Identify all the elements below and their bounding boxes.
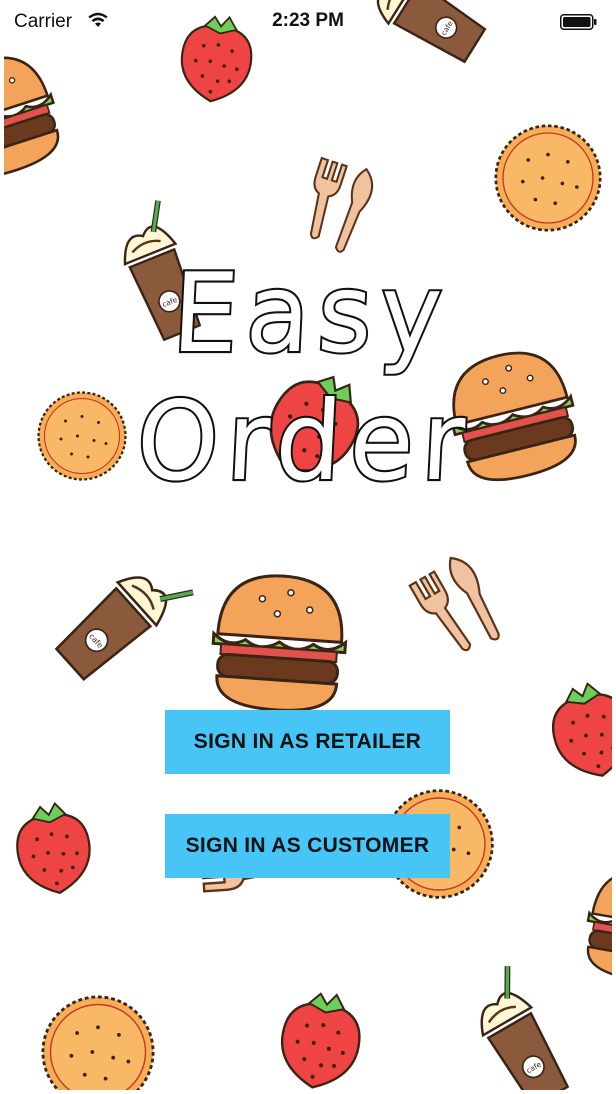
food-pattern-background: cafe <box>4 0 612 1090</box>
sign-in-retailer-button[interactable]: SIGN IN AS RETAILER <box>165 710 450 774</box>
app-screen: cafe <box>4 0 612 1090</box>
app-title: Easy Order <box>132 247 478 507</box>
status-bar: Carrier 2:23 PM <box>4 0 612 40</box>
sign-in-customer-button[interactable]: SIGN IN AS CUSTOMER <box>165 814 450 878</box>
status-time: 2:23 PM <box>272 10 344 31</box>
battery-icon <box>560 14 598 35</box>
